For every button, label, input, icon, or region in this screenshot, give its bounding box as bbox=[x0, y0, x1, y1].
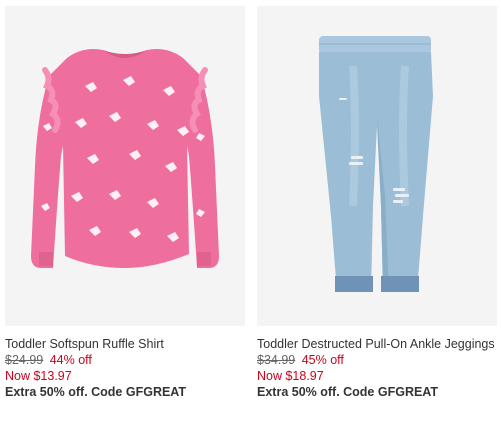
original-price: $24.99 bbox=[5, 353, 44, 367]
product-card-ruffle-shirt[interactable]: Toddler Softspun Ruffle Shirt $24.99 44%… bbox=[5, 6, 245, 400]
sale-price: Now $13.97 bbox=[5, 369, 72, 383]
price-line: $34.99 45% off bbox=[257, 352, 497, 368]
product-name-link[interactable]: Toddler Softspun Ruffle Shirt bbox=[5, 336, 245, 352]
discount-percent: 45% off bbox=[301, 353, 344, 367]
original-price: $34.99 bbox=[257, 353, 296, 367]
product-info: Toddler Softspun Ruffle Shirt $24.99 44%… bbox=[5, 326, 245, 400]
product-info: Toddler Destructed Pull-On Ankle Jegging… bbox=[257, 326, 497, 400]
light-wash-jeggings-image bbox=[319, 36, 433, 292]
product-grid: Toddler Softspun Ruffle Shirt $24.99 44%… bbox=[0, 0, 501, 431]
product-card-jeggings[interactable]: Toddler Destructed Pull-On Ankle Jegging… bbox=[257, 6, 497, 400]
promo-code-text: Extra 50% off. Code GFGREAT bbox=[5, 385, 187, 399]
pink-unicorn-shirt-image bbox=[31, 49, 219, 268]
product-image-ruffle-shirt[interactable] bbox=[5, 6, 245, 326]
product-name-link[interactable]: Toddler Destructed Pull-On Ankle Jegging… bbox=[257, 336, 497, 352]
promo-code-text: Extra 50% off. Code GFGREAT bbox=[257, 385, 439, 399]
price-line: $24.99 44% off bbox=[5, 352, 245, 368]
discount-percent: 44% off bbox=[49, 353, 92, 367]
product-image-jeggings[interactable] bbox=[257, 6, 497, 326]
sale-price: Now $18.97 bbox=[257, 369, 324, 383]
